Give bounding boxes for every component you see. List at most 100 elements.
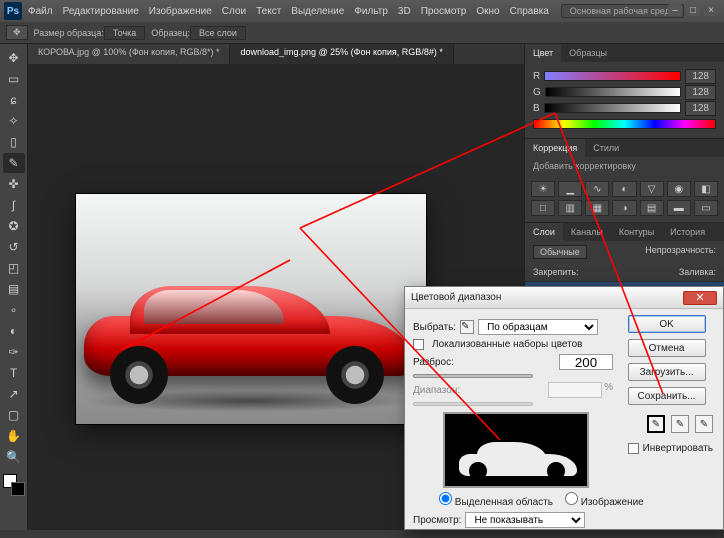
menu-image[interactable]: Изображение: [149, 6, 212, 17]
zoom-tool-icon[interactable]: 🔍: [3, 447, 25, 467]
window-maximize-icon[interactable]: □: [686, 4, 700, 16]
history-brush-icon[interactable]: ↺: [3, 237, 25, 257]
dodge-tool-icon[interactable]: ◐: [3, 321, 25, 341]
color-panel: Цвет Образцы R 128 G 128 B 128: [525, 44, 724, 139]
window-close-icon[interactable]: ×: [704, 4, 718, 16]
car-illustration: [84, 276, 414, 396]
select-label: Выбрать:: [413, 322, 456, 333]
eyedropper-minus-icon[interactable]: ✎: [695, 415, 713, 433]
radio-selection[interactable]: Выделенная область: [439, 492, 553, 508]
workspace-switcher[interactable]: Основная рабочая среда: [561, 4, 684, 18]
adj-hue-icon[interactable]: ◉: [667, 181, 691, 197]
tab-channels[interactable]: Каналы: [563, 223, 611, 241]
gradient-tool-icon[interactable]: ▤: [3, 279, 25, 299]
eyedropper-set-icon[interactable]: ✎: [647, 415, 665, 433]
adj-lookup-icon[interactable]: ▦: [585, 200, 609, 216]
preview-mode-dropdown[interactable]: Не показывать: [465, 512, 585, 528]
menu-3d[interactable]: 3D: [398, 6, 411, 17]
b-value[interactable]: 128: [685, 101, 716, 116]
sample-layers-dropdown[interactable]: Все слои: [190, 26, 246, 40]
pct-label: %: [604, 382, 613, 398]
move-tool-icon[interactable]: ✥: [3, 48, 25, 68]
tab-color[interactable]: Цвет: [525, 44, 561, 62]
background-swatch[interactable]: [11, 482, 25, 496]
menu-edit[interactable]: Редактирование: [63, 6, 139, 17]
marquee-tool-icon[interactable]: ▭: [3, 69, 25, 89]
preview-mode-label: Просмотр:: [413, 515, 461, 526]
brush-tool-icon[interactable]: ʃ: [3, 195, 25, 215]
adj-brightness-icon[interactable]: ☀: [531, 181, 555, 197]
range-label: Диапазон:: [413, 385, 460, 396]
heal-tool-icon[interactable]: ✜: [3, 174, 25, 194]
shape-tool-icon[interactable]: ▢: [3, 405, 25, 425]
menu-window[interactable]: Окно: [476, 6, 499, 17]
tab-adjust[interactable]: Коррекция: [525, 139, 585, 157]
menu-help[interactable]: Справка: [510, 6, 549, 17]
eyedropper-tool-icon[interactable]: ✎: [3, 153, 25, 173]
adj-vibrance-icon[interactable]: ▽: [640, 181, 664, 197]
stamp-tool-icon[interactable]: ✪: [3, 216, 25, 236]
type-tool-icon[interactable]: T: [3, 363, 25, 383]
fuzziness-slider[interactable]: [413, 374, 533, 378]
eyedropper-add-icon[interactable]: ✎: [671, 415, 689, 433]
g-value[interactable]: 128: [685, 85, 716, 100]
ok-button[interactable]: OK: [628, 315, 706, 333]
r-slider[interactable]: [544, 71, 681, 81]
b-slider[interactable]: [544, 103, 682, 113]
adj-curves-icon[interactable]: ∿: [585, 181, 609, 197]
tab-layers[interactable]: Слои: [525, 223, 563, 241]
adj-thresh-icon[interactable]: ▬: [667, 200, 691, 216]
tab-history[interactable]: История: [662, 223, 713, 241]
window-minimize-icon[interactable]: –: [668, 4, 682, 16]
hand-tool-icon[interactable]: ✋: [3, 426, 25, 446]
tab-swatches[interactable]: Образцы: [561, 44, 615, 62]
dialog-close-icon[interactable]: ✕: [683, 291, 717, 305]
g-slider[interactable]: [545, 87, 682, 97]
preview-car: [459, 436, 577, 480]
menu-text[interactable]: Текст: [256, 6, 281, 17]
localized-checkbox[interactable]: [413, 339, 424, 350]
adj-poster-icon[interactable]: ▤: [640, 200, 664, 216]
adj-invert-icon[interactable]: ◑: [612, 200, 636, 216]
adj-photo-icon[interactable]: □: [531, 200, 555, 216]
tab-styles[interactable]: Стили: [585, 139, 627, 157]
path-tool-icon[interactable]: ↗: [3, 384, 25, 404]
tool-preset-icon[interactable]: ✥: [6, 25, 28, 40]
menu-file[interactable]: Файл: [28, 6, 53, 17]
range-slider: [413, 402, 533, 406]
menu-view[interactable]: Просмотр: [421, 6, 467, 17]
sample-size-dropdown[interactable]: Точка: [104, 26, 145, 40]
adj-exposure-icon[interactable]: ◐: [612, 181, 636, 197]
select-dropdown[interactable]: По образцам: [478, 319, 598, 335]
cancel-button[interactable]: Отмена: [628, 339, 706, 357]
ps-logo: Ps: [4, 2, 22, 20]
adj-gradmap-icon[interactable]: ▭: [694, 200, 718, 216]
menu-filter[interactable]: Фильтр: [354, 6, 388, 17]
pen-tool-icon[interactable]: ✑: [3, 342, 25, 362]
fuzziness-input[interactable]: [559, 354, 613, 370]
r-value[interactable]: 128: [685, 69, 716, 84]
hue-ramp[interactable]: [533, 119, 716, 129]
invert-checkbox[interactable]: Инвертировать: [628, 443, 713, 454]
wand-tool-icon[interactable]: ✧: [3, 111, 25, 131]
radio-image[interactable]: Изображение: [565, 492, 644, 508]
crop-tool-icon[interactable]: ▯: [3, 132, 25, 152]
menu-layer[interactable]: Слои: [222, 6, 246, 17]
save-button[interactable]: Сохранить...: [628, 387, 706, 405]
color-swatches[interactable]: [3, 474, 25, 496]
tab-paths[interactable]: Контуры: [611, 223, 662, 241]
doc-tab-0[interactable]: КОРОВА.jpg @ 100% (Фон копия, RGB/8*) *: [28, 44, 230, 64]
doc-tab-1[interactable]: download_img.png @ 25% (Фон копия, RGB/8…: [230, 44, 453, 64]
adj-bw-icon[interactable]: ◧: [694, 181, 718, 197]
color-range-dialog: Цветовой диапазон ✕ Выбрать: ✎ По образц…: [404, 286, 724, 530]
dialog-titlebar[interactable]: Цветовой диапазон ✕: [405, 287, 723, 309]
blend-mode-dropdown[interactable]: Обычные: [533, 245, 587, 259]
load-button[interactable]: Загрузить...: [628, 363, 706, 381]
eraser-tool-icon[interactable]: ◰: [3, 258, 25, 278]
blur-tool-icon[interactable]: ∘: [3, 300, 25, 320]
selection-preview[interactable]: [443, 412, 589, 488]
adj-levels-icon[interactable]: ▁: [558, 181, 582, 197]
menu-select[interactable]: Выделение: [291, 6, 344, 17]
lasso-tool-icon[interactable]: ɕ: [3, 90, 25, 110]
adj-mixer-icon[interactable]: ▥: [558, 200, 582, 216]
